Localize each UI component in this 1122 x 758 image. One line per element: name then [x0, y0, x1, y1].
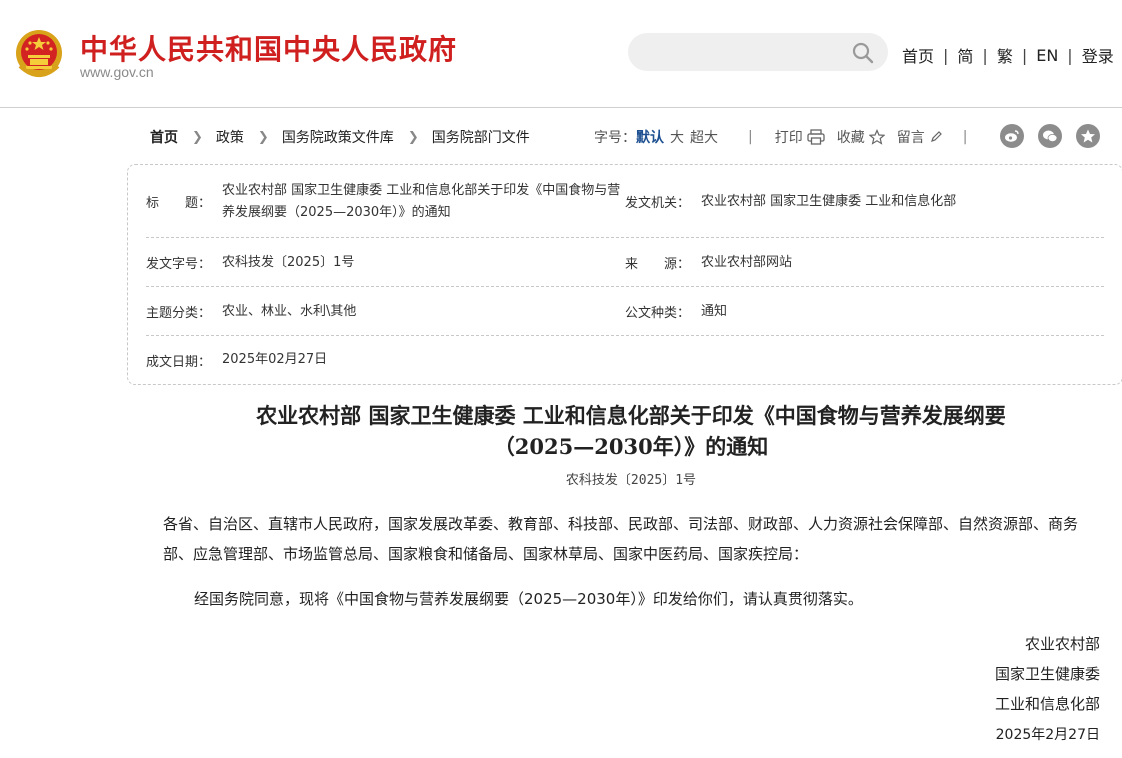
- font-size-default[interactable]: 默认: [636, 127, 664, 147]
- date-field: 成文日期： 2025年02月27日: [146, 336, 327, 384]
- top-nav: 首页 | 简 | 繁 | EN | 登录: [902, 43, 1114, 67]
- wechat-share-icon[interactable]: [1038, 124, 1062, 148]
- toolbar-divider: |: [748, 129, 753, 145]
- info-row: 主题分类： 农业、林业、水利\其他 公文种类： 通知: [146, 287, 1104, 336]
- print-button[interactable]: 打印: [775, 127, 825, 147]
- national-emblem-icon[interactable]: [14, 28, 64, 80]
- source-field: 来 源： 农业农村部网站: [625, 238, 792, 287]
- article-title: 农业农村部 国家卫生健康委 工业和信息化部关于印发《中国食物与营养发展纲要 （2…: [150, 400, 1112, 462]
- favorite-label: 收藏: [836, 130, 865, 146]
- date-label: 成文日期：: [146, 354, 212, 370]
- printer-icon: [807, 129, 825, 145]
- doctype-value: 通知: [701, 303, 728, 319]
- article-toolbar: 字号： 默认 大 超大 | 打印 收藏 留言 |: [594, 127, 967, 147]
- title-value: 农业农村部 国家卫生健康委 工业和信息化部关于印发《中国食物与营养发展纲要（20…: [222, 182, 621, 220]
- docno-value: 农科技发〔2025〕1号: [222, 254, 355, 270]
- date-value: 2025年02月27日: [222, 352, 328, 367]
- article-title-line: （2025—2030年）》的通知: [493, 434, 769, 459]
- search-icon[interactable]: [852, 42, 874, 64]
- font-size-large[interactable]: 大: [670, 127, 684, 147]
- site-header: 中华人民共和国中央人民政府 www.gov.cn 首页 | 简 | 繁 | EN…: [0, 0, 1122, 108]
- issuer-label: 发文机关：: [625, 196, 691, 211]
- document-number: 农科技发〔2025〕1号: [565, 473, 697, 488]
- breadcrumb-policy-library[interactable]: 国务院政策文件库: [282, 127, 394, 147]
- topic-value: 农业、林业、水利\其他: [222, 303, 357, 319]
- title-label: 标 题：: [146, 196, 212, 211]
- nav-separator: |: [1067, 45, 1073, 65]
- title-field: 标 题： 农业农村部 国家卫生健康委 工业和信息化部关于印发《中国食物与营养发展…: [146, 165, 626, 238]
- signature-line: 工业和信息化部: [994, 695, 1100, 713]
- info-row: 发文字号： 农科技发〔2025〕1号 来 源： 农业农村部网站: [146, 238, 1104, 287]
- article-title-line: 农业农村部 国家卫生健康委 工业和信息化部关于印发《中国食物与营养发展纲要: [256, 403, 1006, 428]
- chevron-right-icon: ❯: [407, 129, 419, 145]
- qzone-share-icon[interactable]: [1076, 124, 1100, 148]
- doctype-label: 公文种类：: [625, 306, 691, 321]
- docno-label: 发文字号：: [146, 257, 212, 272]
- chevron-right-icon: ❯: [192, 129, 203, 145]
- body-paragraph: 经国务院同意，现将《中国食物与营养发展纲要（2025—2030年）》印发给你们，…: [194, 590, 863, 608]
- favorite-button[interactable]: 收藏: [837, 127, 885, 147]
- issuer-field: 发文机关： 农业农村部 国家卫生健康委 工业和信息化部: [625, 165, 956, 238]
- site-domain: www.gov.cn: [80, 64, 154, 80]
- star-icon: [868, 129, 885, 145]
- source-value: 农业农村部网站: [701, 254, 793, 270]
- recipients-paragraph: 各省、自治区、直辖市人民政府，国家发展改革委、教育部、科技部、民政部、司法部、财…: [163, 515, 1079, 563]
- info-row: 标 题： 农业农村部 国家卫生健康委 工业和信息化部关于印发《中国食物与营养发展…: [146, 165, 1104, 238]
- breadcrumb-policy[interactable]: 政策: [216, 127, 244, 147]
- signature-line: 农业农村部: [1024, 635, 1100, 653]
- breadcrumb: 首页 ❯ 政策 ❯ 国务院政策文件库 ❯ 国务院部门文件: [150, 127, 530, 147]
- nav-traditional-link[interactable]: 繁: [997, 43, 1013, 67]
- topic-label: 主题分类：: [146, 306, 212, 321]
- toolbar-divider: |: [962, 129, 968, 145]
- weibo-share-icon[interactable]: [1000, 124, 1024, 148]
- nav-home-link[interactable]: 首页: [902, 43, 934, 67]
- nav-separator: |: [943, 45, 949, 65]
- print-label: 打印: [774, 130, 803, 146]
- pencil-icon: [930, 131, 942, 142]
- document-info-table: 标 题： 农业农村部 国家卫生健康委 工业和信息化部关于印发《中国食物与营养发展…: [127, 164, 1122, 385]
- nav-login-link[interactable]: 登录: [1082, 43, 1114, 67]
- font-size-xlarge[interactable]: 超大: [690, 127, 718, 147]
- docno-field: 发文字号： 农科技发〔2025〕1号: [146, 238, 354, 287]
- topic-field: 主题分类： 农业、林业、水利\其他: [146, 287, 356, 336]
- site-title[interactable]: 中华人民共和国中央人民政府: [80, 28, 457, 68]
- comment-label: 留言: [896, 130, 925, 146]
- issuer-value: 农业农村部 国家卫生健康委 工业和信息化部: [701, 193, 957, 209]
- nav-separator: |: [982, 45, 988, 65]
- nav-simplified-link[interactable]: 简: [957, 43, 973, 67]
- signature-line: 国家卫生健康委: [994, 665, 1100, 683]
- source-label: 来 源：: [625, 257, 691, 272]
- breadcrumb-home[interactable]: 首页: [150, 127, 178, 147]
- signature-date: 2025年2月27日: [995, 727, 1100, 743]
- doctype-field: 公文种类： 通知: [625, 287, 727, 336]
- chevron-right-icon: ❯: [257, 129, 269, 145]
- search-input[interactable]: [628, 33, 888, 71]
- nav-separator: |: [1021, 45, 1028, 65]
- nav-english-link[interactable]: EN: [1036, 46, 1058, 65]
- info-row: 成文日期： 2025年02月27日: [146, 336, 1104, 384]
- font-size-label: 字号：: [594, 130, 636, 146]
- breadcrumb-department-docs[interactable]: 国务院部门文件: [432, 127, 530, 147]
- comment-button[interactable]: 留言: [897, 127, 943, 147]
